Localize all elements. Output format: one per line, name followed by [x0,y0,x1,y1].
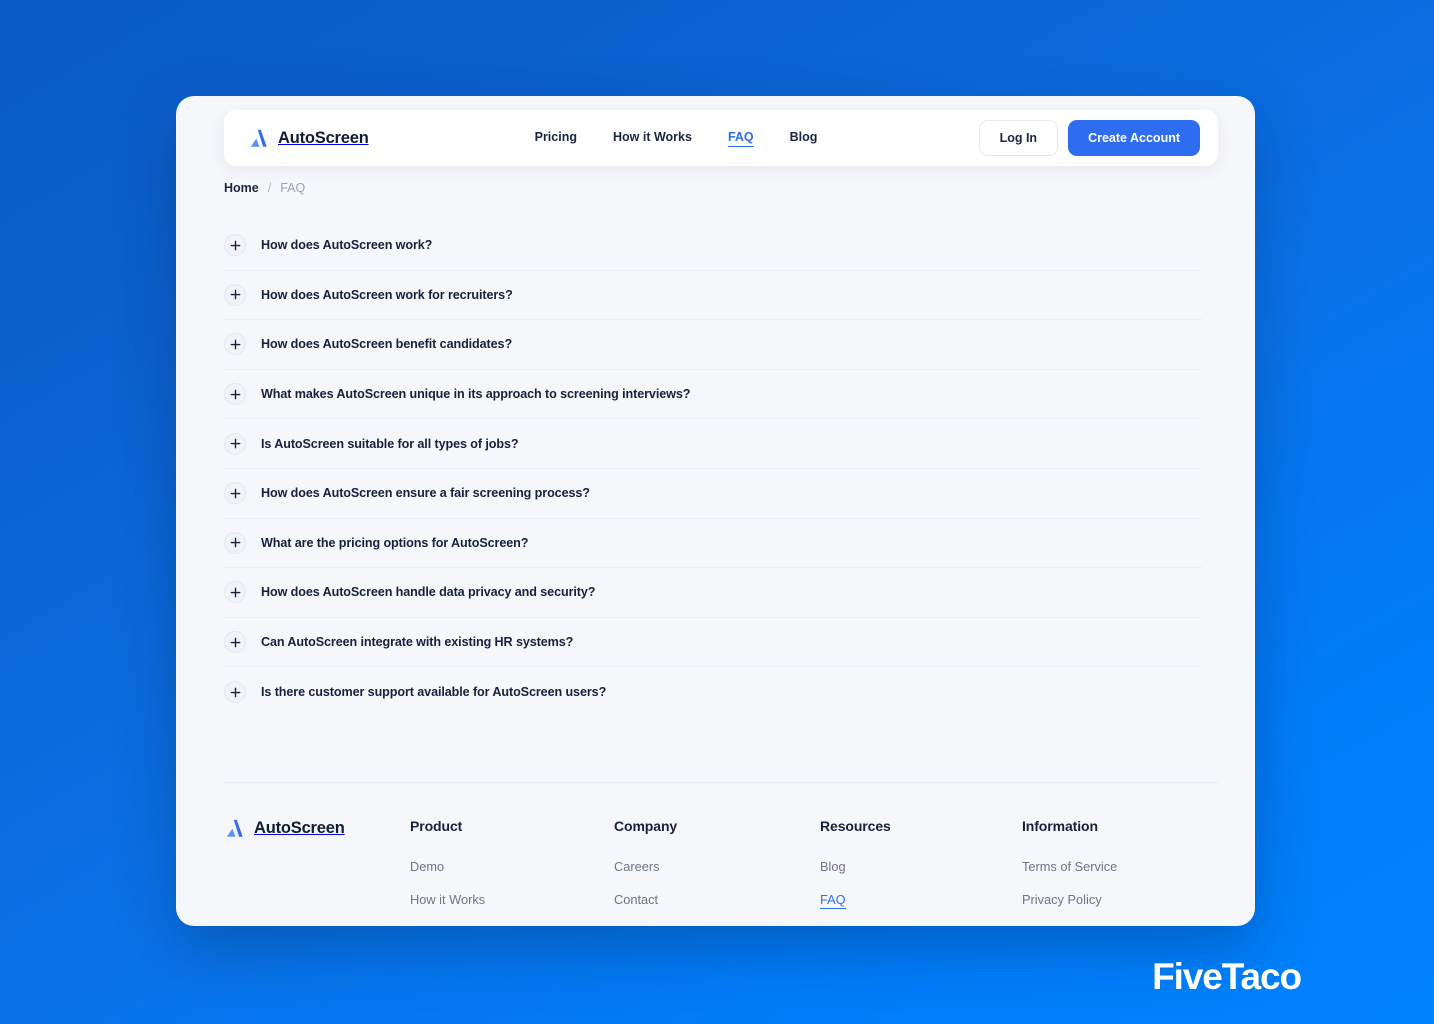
faq-item[interactable]: Is AutoScreen suitable for all types of … [224,419,1202,469]
autoscreen-a-logo-icon [248,128,269,149]
faq-item[interactable]: How does AutoScreen ensure a fair screen… [224,469,1202,519]
faq-question: Is there customer support available for … [261,685,607,700]
footer-column-company: Company Careers Contact [614,818,820,926]
nav-link-how-it-works[interactable]: How it Works [613,130,692,146]
faq-item[interactable]: What makes AutoScreen unique in its appr… [224,370,1202,420]
footer-brand-column: AutoScreen [224,818,410,926]
nav-actions: Log In Create Account [978,120,1200,156]
nav-link-faq[interactable]: FAQ [727,130,754,147]
fivetaco-watermark: FiveTaco [1152,956,1302,997]
footer-logo-svg [226,819,243,837]
footer-heading-company: Company [614,818,678,834]
footer-link-demo[interactable]: Demo [410,859,444,874]
plus-icon[interactable] [224,681,246,704]
create-account-button[interactable]: Create Account [1068,120,1200,156]
breadcrumb: Home / FAQ [224,181,305,195]
faq-item[interactable]: How does AutoScreen work for recruiters? [224,271,1202,321]
faq-question: How does AutoScreen benefit candidates? [261,337,513,352]
log-in-button[interactable]: Log In [978,120,1059,156]
plus-icon[interactable] [224,631,246,654]
footer-divider [224,782,1218,783]
plus-icon[interactable] [224,333,246,356]
faq-question: How does AutoScreen work? [261,238,433,253]
faq-item[interactable]: How does AutoScreen benefit candidates? [224,320,1202,370]
footer-brand-logo-link[interactable]: AutoScreen [224,818,410,839]
footer-link-contact[interactable]: Contact [614,892,658,907]
faq-question: How does AutoScreen ensure a fair screen… [261,486,590,501]
footer-link-privacy-policy[interactable]: Privacy Policy [1022,892,1102,907]
faq-item[interactable]: How does AutoScreen handle data privacy … [224,568,1202,618]
faq-item[interactable]: Can AutoScreen integrate with existing H… [224,618,1202,668]
footer-heading-information: Information [1022,818,1098,834]
plus-icon[interactable] [224,234,246,257]
faq-accordion-list: How does AutoScreen work? How does AutoS… [224,221,1202,717]
primary-nav: Pricing How it Works FAQ Blog [535,130,818,147]
faq-question: Can AutoScreen integrate with existing H… [261,635,574,650]
footer-link-terms-of-service[interactable]: Terms of Service [1022,859,1117,874]
plus-icon[interactable] [224,531,246,554]
footer-column-resources: Resources Blog FAQ [820,818,1022,926]
breadcrumb-current-page: FAQ [280,181,306,195]
footer-link-how-it-works[interactable]: How it Works [410,892,485,907]
breadcrumb-separator: / [267,181,272,195]
logo-svg [250,129,267,147]
breadcrumb-home-link[interactable]: Home [224,181,259,195]
footer-link-faq[interactable]: FAQ [820,892,846,909]
faq-item[interactable]: Is there customer support available for … [224,667,1202,717]
faq-question: What makes AutoScreen unique in its appr… [261,387,691,402]
footer-brand-name: AutoScreen [254,819,345,837]
footer-heading-resources: Resources [820,818,891,834]
footer: AutoScreen Product Demo How it Works Com… [224,818,1218,926]
footer-column-product: Product Demo How it Works [410,818,614,926]
footer-link-blog[interactable]: Blog [820,859,846,874]
faq-item[interactable]: How does AutoScreen work? [224,221,1202,271]
autoscreen-a-logo-icon [224,818,245,839]
faq-item[interactable]: What are the pricing options for AutoScr… [224,519,1202,569]
brand-name: AutoScreen [278,128,369,147]
top-navigation-bar: AutoScreen Pricing How it Works FAQ Blog… [224,110,1218,166]
footer-column-information: Information Terms of Service Privacy Pol… [1022,818,1218,926]
faq-question: How does AutoScreen handle data privacy … [261,585,596,600]
footer-link-careers[interactable]: Careers [614,859,660,874]
app-window-card: AutoScreen Pricing How it Works FAQ Blog… [176,96,1255,926]
plus-icon[interactable] [224,383,246,406]
faq-question: What are the pricing options for AutoScr… [261,535,529,550]
brand-logo-link[interactable]: AutoScreen [248,128,369,149]
nav-link-pricing[interactable]: Pricing [535,130,577,146]
footer-heading-product: Product [410,818,463,834]
faq-question: How does AutoScreen work for recruiters? [261,287,513,302]
plus-icon[interactable] [224,581,246,604]
nav-link-blog[interactable]: Blog [790,130,818,146]
plus-icon[interactable] [224,432,246,455]
faq-question: Is AutoScreen suitable for all types of … [261,436,519,451]
plus-icon[interactable] [224,482,246,505]
plus-icon[interactable] [224,283,246,306]
